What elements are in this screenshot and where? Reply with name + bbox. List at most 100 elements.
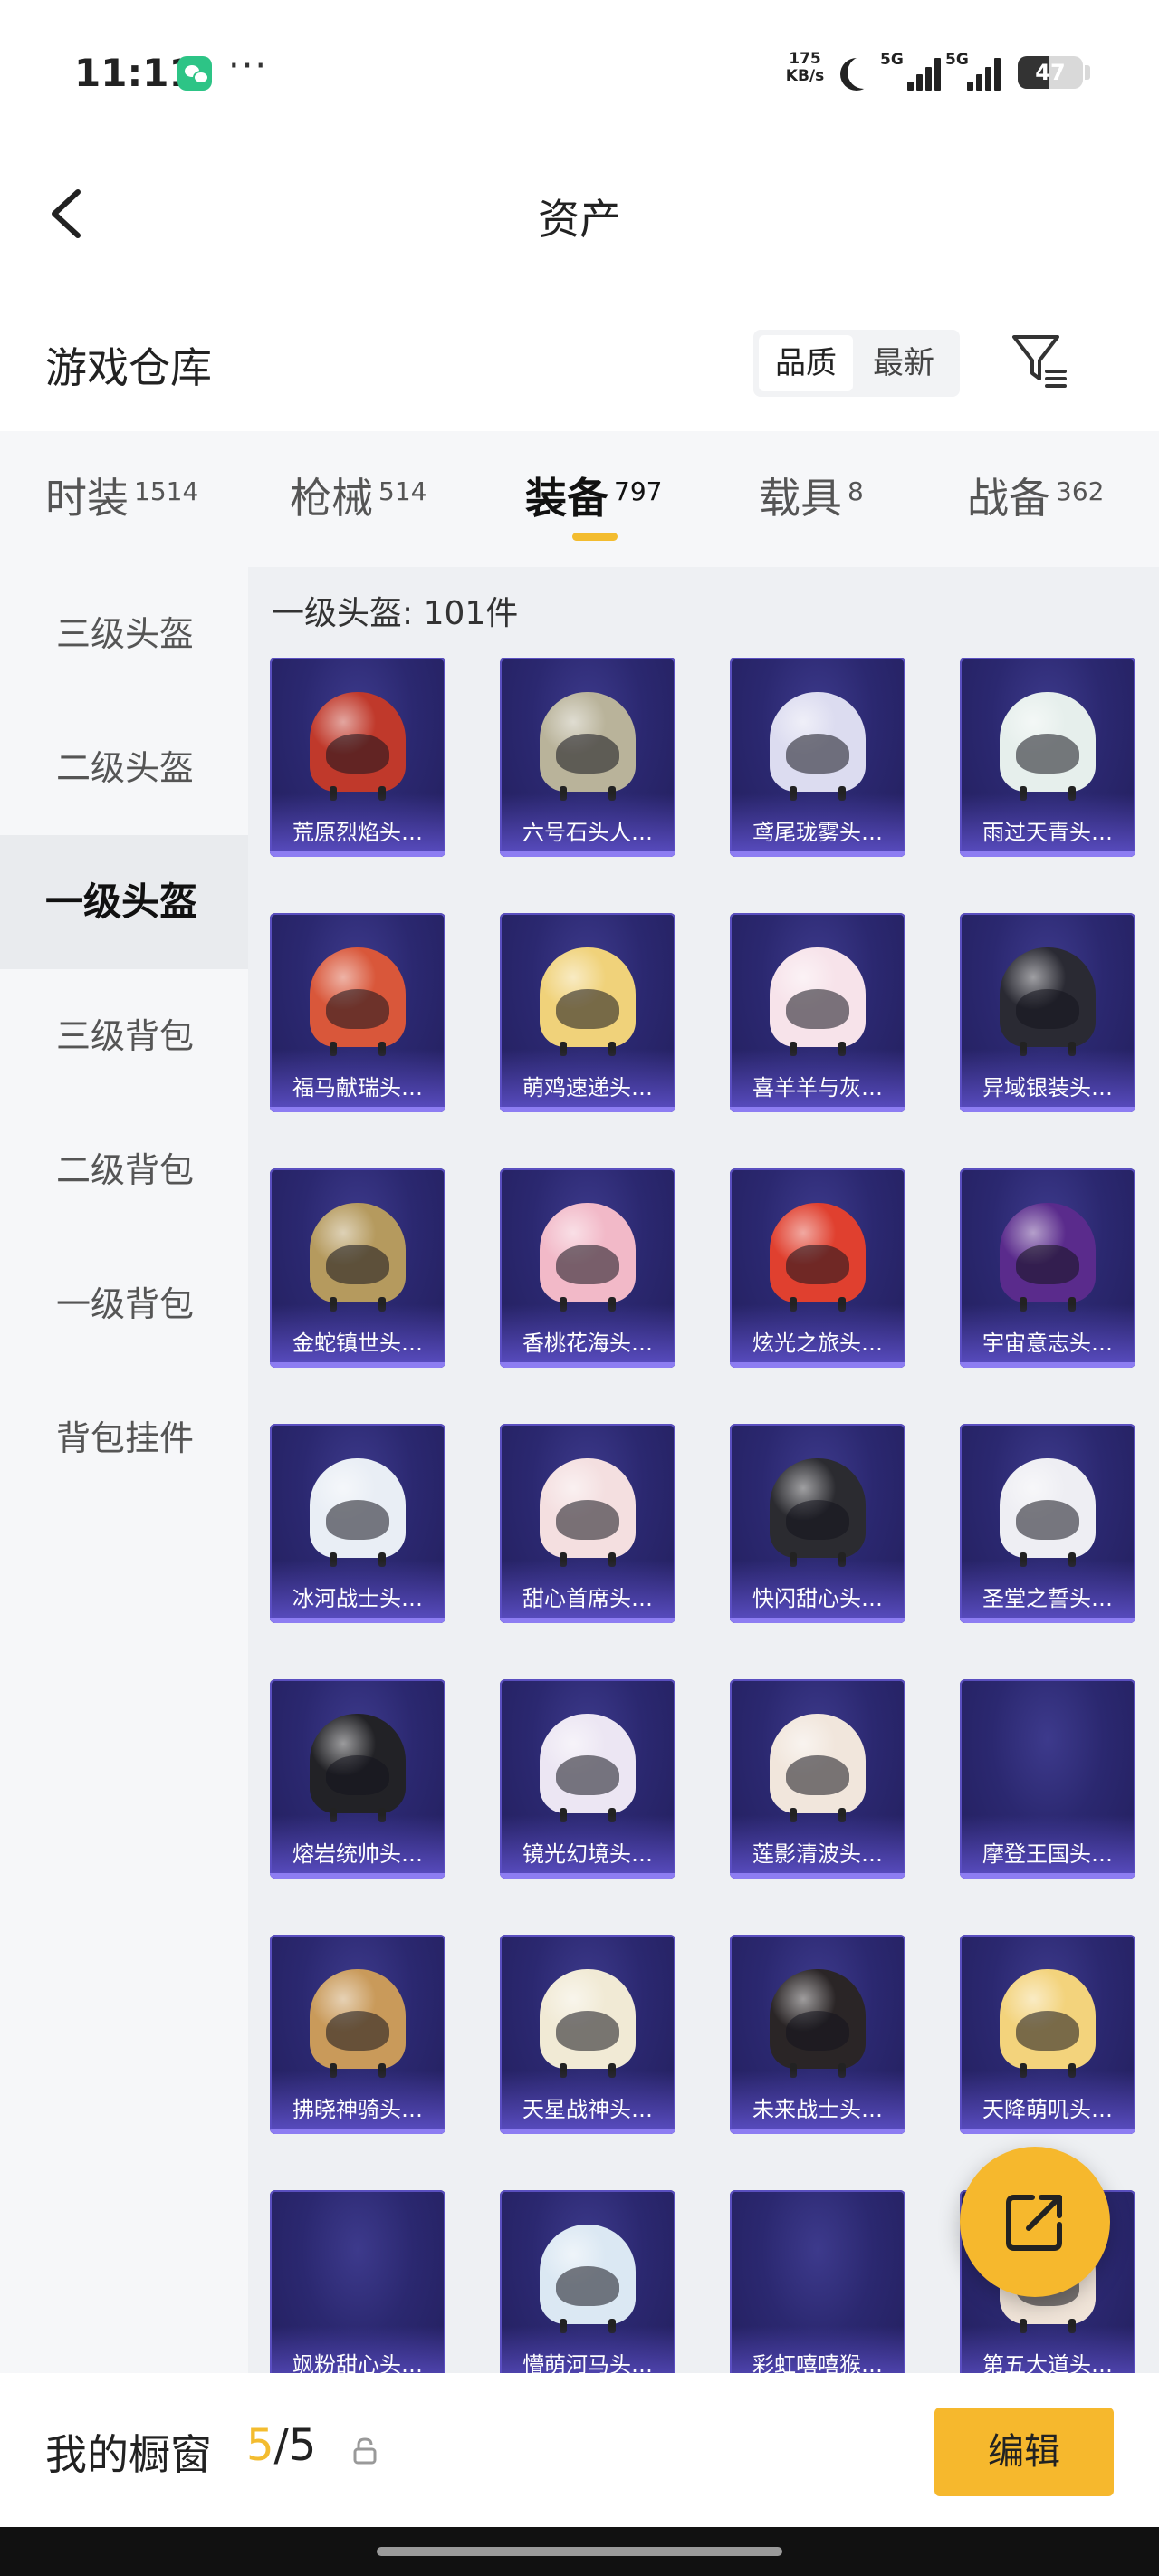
- helmet-card-label: 雨过天青头…: [982, 820, 1113, 845]
- helmet-card[interactable]: 喜羊羊与灰…: [730, 913, 905, 1112]
- tab-firearms[interactable]: 枪械 514: [290, 466, 426, 525]
- showcase-separator: /: [273, 2420, 289, 2471]
- helmet-card[interactable]: 未来战士头…: [730, 1935, 905, 2134]
- helmet-card[interactable]: 甜心首席头…: [500, 1424, 675, 1623]
- helmet-card[interactable]: 金蛇镇世头…: [270, 1168, 445, 1368]
- tab-label: 时装: [45, 474, 129, 523]
- tab-fashion[interactable]: 时装 1514: [45, 466, 198, 525]
- helmet-card[interactable]: 拂晓神骑头…: [270, 1935, 445, 2134]
- signal-1-label: 5G: [880, 51, 904, 69]
- helmet-image: [540, 1203, 636, 1312]
- showcase-current: 5: [246, 2420, 274, 2471]
- helmet-card[interactable]: 鸢尾珑雾头…: [730, 658, 905, 857]
- helmet-card-label: 福马献瑞头…: [292, 1075, 423, 1101]
- helmet-image: [540, 692, 636, 801]
- tab-equipment[interactable]: 装备 797: [525, 466, 662, 525]
- helmet-card[interactable]: 懵萌河马头…: [500, 2190, 675, 2373]
- helmet-card-label: 摩登王国头…: [982, 1841, 1113, 1867]
- tab-count: 362: [1056, 476, 1105, 506]
- helmet-card[interactable]: 宇宙意志头…: [960, 1168, 1135, 1368]
- helmet-card[interactable]: 萌鸡速递头…: [500, 913, 675, 1112]
- tab-label: 战备: [967, 474, 1050, 523]
- helmet-card[interactable]: 荒原烈焰头…: [270, 658, 445, 857]
- sort-option-quality[interactable]: 品质: [759, 335, 853, 391]
- showcase-total: 5: [288, 2420, 317, 2471]
- helmet-image: [1000, 1203, 1096, 1312]
- helmet-card-label: 香桃花海头…: [522, 1331, 653, 1356]
- helmet-card-label: 未来战士头…: [752, 2097, 883, 2122]
- sidebar-item-level1-backpack[interactable]: 一级背包: [0, 1237, 248, 1371]
- do-not-disturb-moon-icon: [848, 56, 880, 89]
- helmet-card[interactable]: 彩虹嘻嘻猴…: [730, 2190, 905, 2373]
- helmet-image: [1000, 1969, 1096, 2078]
- helmet-image: [1000, 1458, 1096, 1567]
- helmet-card[interactable]: 飒粉甜心头…: [270, 2190, 445, 2373]
- helmet-card-label: 鸢尾珑雾头…: [752, 820, 883, 845]
- sort-option-newest[interactable]: 最新: [857, 335, 951, 391]
- helmet-card[interactable]: 雨过天青头…: [960, 658, 1135, 857]
- tab-label: 载具: [759, 474, 842, 523]
- page-title: 资产: [538, 195, 621, 244]
- helmet-image: [310, 1714, 406, 1822]
- helmet-card-label: 冰河战士头…: [292, 1586, 423, 1611]
- helmet-image: [540, 2225, 636, 2333]
- helmet-card-label: 宇宙意志头…: [982, 1331, 1113, 1356]
- helmet-card[interactable]: 摩登王国头…: [960, 1679, 1135, 1879]
- helmet-card-label: 喜羊羊与灰…: [752, 1075, 883, 1101]
- share-export-icon: [1006, 2195, 1062, 2251]
- helmet-image: [770, 1203, 866, 1312]
- sidebar-item-level3-backpack[interactable]: 三级背包: [0, 969, 248, 1103]
- helmet-card-label: 炫光之旅头…: [752, 1331, 883, 1356]
- helmet-image: [770, 1714, 866, 1822]
- helmet-image: [770, 947, 866, 1056]
- sidebar-item-level2-helmet[interactable]: 二级头盔: [0, 701, 248, 835]
- helmet-card[interactable]: 炫光之旅头…: [730, 1168, 905, 1368]
- sidebar-item-level3-helmet[interactable]: 三级头盔: [0, 567, 248, 701]
- section-title: 游戏仓库: [45, 343, 212, 392]
- helmet-card[interactable]: 快闪甜心头…: [730, 1424, 905, 1623]
- showcase-count: 5/5: [246, 2420, 316, 2471]
- network-speed-value: 175: [789, 50, 821, 68]
- helmet-card[interactable]: 熔岩统帅头…: [270, 1679, 445, 1879]
- network-speed-unit: KB/s: [785, 67, 825, 85]
- helmet-card-label: 莲影清波头…: [752, 1841, 883, 1867]
- helmet-card-label: 彩虹嘻嘻猴…: [752, 2352, 883, 2373]
- active-tab-indicator: [572, 533, 618, 541]
- helmet-image: [770, 1969, 866, 2078]
- lock-icon[interactable]: [351, 2437, 378, 2465]
- helmet-card-label: 金蛇镇世头…: [292, 1331, 423, 1356]
- helmet-card[interactable]: 圣堂之誓头…: [960, 1424, 1135, 1623]
- filter-button[interactable]: [1011, 332, 1068, 389]
- helmet-image: [540, 947, 636, 1056]
- helmet-card[interactable]: 香桃花海头…: [500, 1168, 675, 1368]
- tab-count: 8: [848, 476, 864, 506]
- wechat-notification-icon: [177, 56, 212, 91]
- helmet-card[interactable]: 镜光幻境头…: [500, 1679, 675, 1879]
- helmet-card[interactable]: 天星战神头…: [500, 1935, 675, 2134]
- tab-combat-gear[interactable]: 战备 362: [967, 466, 1104, 525]
- sidebar-item-level2-backpack[interactable]: 二级背包: [0, 1103, 248, 1237]
- sort-toggle: 品质 最新: [753, 330, 960, 397]
- network-speed: 175 KB/s: [781, 51, 829, 85]
- helmet-card-label: 熔岩统帅头…: [292, 1841, 423, 1867]
- helmet-card[interactable]: 冰河战士头…: [270, 1424, 445, 1623]
- helmet-card-label: 天星战神头…: [522, 2097, 653, 2122]
- sidebar-item-level1-helmet[interactable]: 一级头盔: [0, 835, 248, 969]
- tab-vehicles[interactable]: 载具 8: [759, 466, 864, 525]
- helmet-card-label: 圣堂之誓头…: [982, 1586, 1113, 1611]
- helmet-card[interactable]: 六号石头人…: [500, 658, 675, 857]
- helmet-card[interactable]: 天降萌叽头…: [960, 1935, 1135, 2134]
- helmet-card[interactable]: 福马献瑞头…: [270, 913, 445, 1112]
- signal-2-label: 5G: [945, 51, 969, 69]
- sidebar-item-backpack-charm[interactable]: 背包挂件: [0, 1371, 248, 1505]
- status-bar: 11:11 ··· 175 KB/s 5G 5G 47: [0, 0, 1159, 145]
- showcase-label: 我的橱窗: [45, 2430, 212, 2479]
- helmet-card[interactable]: 莲影清波头…: [730, 1679, 905, 1879]
- battery-cap: [1085, 65, 1090, 80]
- helmet-card-label: 飒粉甜心头…: [292, 2352, 423, 2373]
- helmet-card[interactable]: 异域银装头…: [960, 913, 1135, 1112]
- share-button[interactable]: [960, 2147, 1110, 2297]
- home-indicator[interactable]: [377, 2547, 782, 2556]
- edit-button[interactable]: 编辑: [934, 2408, 1114, 2496]
- helmet-image: [770, 1458, 866, 1567]
